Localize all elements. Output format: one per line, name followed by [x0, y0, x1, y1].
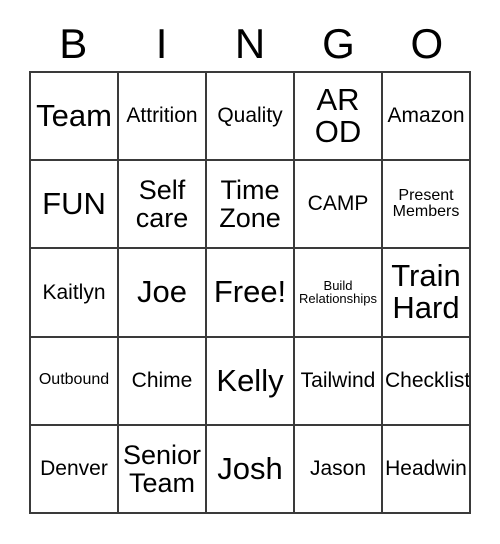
bingo-cell-r1-c2[interactable]: Attrition [119, 73, 207, 162]
bingo-cell-r5-c1[interactable]: Denver [31, 425, 119, 514]
bingo-cell-label: Jason [309, 456, 367, 480]
bingo-header-row: B I N G O [29, 16, 471, 71]
bingo-cell-label: Build Relationships [298, 277, 378, 307]
bingo-cell-r1-c1[interactable]: Team [31, 73, 119, 162]
bingo-cell-label: Kelly [216, 362, 284, 398]
bingo-cell-r2-c4[interactable]: CAMP [295, 161, 383, 250]
bingo-cell-label: Amazon [387, 104, 465, 128]
bingo-cell-label: Denver [40, 456, 108, 480]
bingo-cell-r4-c4[interactable]: Tailwind [295, 337, 383, 426]
bingo-cell-label: FUN [42, 186, 106, 222]
bingo-header-letter-b: B [59, 19, 88, 67]
bingo-cell-label: Headwin [385, 456, 467, 480]
bingo-cell-label: Team [36, 97, 112, 133]
bingo-header-letter-g: G [322, 19, 355, 67]
bingo-cell-r2-c1[interactable]: FUN [31, 161, 119, 250]
bingo-cell-r3-c5[interactable]: Train Hard [383, 249, 471, 338]
bingo-cell-r1-c5[interactable]: Amazon [383, 73, 471, 162]
bingo-cell-r3-c4[interactable]: Build Relationships [295, 249, 383, 338]
bingo-header-letter-i: I [155, 19, 168, 67]
bingo-cell-label: Train Hard [391, 258, 461, 326]
bingo-cell-r5-c2[interactable]: Senior Team [119, 425, 207, 514]
bingo-cell-label: Time Zone [219, 175, 281, 234]
bingo-cell-r2-c5[interactable]: Present Members [383, 161, 471, 250]
bingo-cell-label: Senior Team [122, 439, 202, 498]
bingo-cell-label: Tailwind [300, 368, 376, 392]
bingo-cell-r2-c3[interactable]: Time Zone [207, 161, 295, 250]
bingo-cell-label: Kaitlyn [42, 280, 106, 304]
bingo-cell-r4-c2[interactable]: Chime [119, 337, 207, 426]
bingo-cell-r1-c4[interactable]: AR OD [295, 73, 383, 162]
bingo-cell-r3-c1[interactable]: Kaitlyn [31, 249, 119, 338]
bingo-cell-r2-c2[interactable]: Self care [119, 161, 207, 250]
bingo-cell-r4-c1[interactable]: Outbound [31, 337, 119, 426]
bingo-cell-r3-c3[interactable]: Free! [207, 249, 295, 338]
bingo-cell-r4-c3[interactable]: Kelly [207, 337, 295, 426]
bingo-cell-r5-c3[interactable]: Josh [207, 425, 295, 514]
bingo-cell-label: Self care [135, 175, 189, 234]
bingo-card: B I N G O Team Attrition Quality AR OD Amazo… [0, 0, 500, 544]
bingo-cell-label: CAMP [307, 192, 369, 216]
bingo-grid: Team Attrition Quality AR OD Amazon FUN Self c… [29, 71, 471, 514]
bingo-cell-label: Josh [217, 450, 283, 486]
bingo-header-letter-n: N [234, 19, 266, 67]
bingo-header-letter-o: O [410, 19, 444, 67]
bingo-cell-r4-c5[interactable]: Checklist [383, 337, 471, 426]
bingo-cell-label: Chime [131, 368, 193, 392]
bingo-cell-label: AR OD [314, 81, 362, 150]
bingo-cell-r5-c5[interactable]: Headwin [383, 425, 471, 514]
bingo-cell-label: Outbound [38, 371, 110, 389]
bingo-cell-label: Checklist [385, 368, 471, 392]
bingo-cell-r5-c4[interactable]: Jason [295, 425, 383, 514]
bingo-cell-label: Free! [213, 274, 287, 310]
bingo-cell-label: Joe [137, 274, 187, 310]
bingo-cell-label: Attrition [126, 104, 198, 128]
bingo-cell-label: Quality [217, 104, 283, 128]
bingo-cell-r1-c3[interactable]: Quality [207, 73, 295, 162]
bingo-cell-label: Present Members [392, 186, 460, 221]
bingo-cell-r3-c2[interactable]: Joe [119, 249, 207, 338]
